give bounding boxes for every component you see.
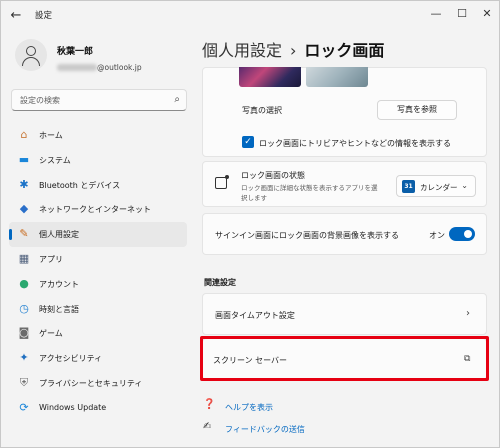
calendar-icon: 31 bbox=[402, 180, 415, 193]
profile-email-row: @outlook.jp bbox=[57, 57, 142, 72]
apps-icon: ▦ bbox=[18, 251, 30, 265]
accessibility-icon: ✦ bbox=[19, 351, 29, 365]
sidebar-item-label: Windows Update bbox=[39, 402, 107, 412]
breadcrumb-current: ロック画面 bbox=[304, 41, 385, 60]
recent-photo-thumbnail[interactable] bbox=[306, 67, 368, 87]
breadcrumb-parent[interactable]: 個人用設定 bbox=[202, 41, 282, 60]
sidebar-item-label: ホーム bbox=[39, 131, 63, 140]
account-icon: ● bbox=[19, 276, 29, 290]
minimize-button[interactable]: — bbox=[425, 4, 447, 24]
profile-name: 秋葉一郎 bbox=[57, 47, 94, 57]
sidebar-item-label: 個人用設定 bbox=[39, 230, 79, 240]
sidebar-item[interactable]: ● アカウント bbox=[9, 272, 187, 297]
feedback-link[interactable]: フィードバックの送信 bbox=[225, 424, 305, 435]
photo-choice-label: 写真の選択 bbox=[242, 106, 282, 115]
title-bar: ← 設定 — ☐ ✕ bbox=[1, 1, 499, 31]
sidebar-item-label: アカウント bbox=[39, 279, 79, 289]
chevron-down-icon: ⌄ bbox=[461, 181, 468, 190]
system-icon: ▬ bbox=[18, 152, 30, 166]
avatar[interactable] bbox=[15, 39, 47, 71]
signin-background-toggle[interactable] bbox=[449, 227, 475, 241]
related-settings-heading: 関連設定 bbox=[204, 278, 236, 287]
email-redaction bbox=[57, 64, 97, 71]
sidebar-item-label: Bluetooth とデバイス bbox=[39, 180, 121, 190]
back-arrow-icon[interactable]: ← bbox=[7, 8, 25, 24]
sidebar-item[interactable]: ✦ アクセシビリティ bbox=[9, 346, 187, 371]
gaming-icon: ◙ bbox=[18, 326, 30, 340]
sidebar-item-label: プライバシーとセキュリティ bbox=[39, 378, 143, 388]
browse-photos-button[interactable]: 写真を参照 bbox=[377, 100, 457, 120]
home-icon: ⌂ bbox=[20, 128, 28, 141]
sidebar-item[interactable]: ⌂ ホーム bbox=[9, 123, 187, 148]
sidebar-item[interactable]: ⛨ プライバシーとセキュリティ bbox=[9, 371, 187, 396]
app-title: 設定 bbox=[35, 11, 53, 21]
breadcrumb-separator: › bbox=[290, 41, 297, 60]
profile-email: @outlook.jp bbox=[97, 63, 142, 72]
sidebar-item[interactable]: ⟳ Windows Update bbox=[9, 396, 187, 421]
settings-window: ← 設定 — ☐ ✕ 秋葉一郎 @outlook.jp 設定の検索 ⌕ ⌂ ホーム… bbox=[0, 0, 500, 448]
sidebar-item-label: ネットワークとインターネット bbox=[39, 205, 151, 215]
sidebar-item[interactable]: ◙ ゲーム bbox=[9, 321, 187, 346]
feedback-icon: ✍ bbox=[203, 421, 212, 432]
sidebar-item-label: アプリ bbox=[39, 254, 63, 264]
highlight-box bbox=[200, 336, 489, 381]
status-description-cont: 択します bbox=[241, 194, 267, 202]
windows-update-icon: ⟳ bbox=[19, 400, 29, 414]
status-title: ロック画面の状態 bbox=[241, 171, 305, 180]
signin-background-label: サインイン画面にロック画面の背景画像を表示する bbox=[215, 231, 399, 240]
page-title: 個人用設定 › ロック画面 bbox=[202, 37, 384, 61]
status-app-dropdown[interactable]: 31 カレンダー ⌄ bbox=[396, 175, 476, 197]
sidebar-nav: ⌂ ホーム ▬ システム ✱ Bluetooth とデバイス ◆ ネットワークとインターネット… bbox=[9, 123, 187, 421]
maximize-button[interactable]: ☐ bbox=[451, 4, 473, 24]
toggle-state-label: オン bbox=[429, 231, 445, 240]
sidebar-item[interactable]: ▦ アプリ bbox=[9, 247, 187, 272]
sidebar-item[interactable]: ✱ Bluetooth とデバイス bbox=[9, 173, 187, 198]
recent-photo-thumbnail[interactable] bbox=[239, 67, 301, 87]
search-icon[interactable]: ⌕ bbox=[174, 94, 180, 105]
bluetooth-icon: ✱ bbox=[19, 177, 29, 191]
sidebar-item-label: ゲーム bbox=[39, 329, 63, 339]
user-icon bbox=[26, 46, 36, 56]
status-description: ロック画面に詳細な状態を表示するアプリを選 bbox=[241, 184, 378, 192]
personalization-icon: ✎ bbox=[19, 227, 29, 241]
trivia-checkbox-label: ロック画面にトリビアやヒントなどの情報を表示する bbox=[259, 139, 451, 148]
sidebar-item[interactable]: ✎ 個人用設定 bbox=[9, 222, 187, 247]
lock-screen-status-icon bbox=[215, 175, 229, 189]
sidebar-item-label: システム bbox=[39, 155, 71, 165]
network-icon: ◆ bbox=[19, 202, 29, 216]
chevron-right-icon: › bbox=[466, 308, 470, 319]
close-button[interactable]: ✕ bbox=[476, 4, 498, 24]
help-link[interactable]: ヘルプを表示 bbox=[225, 402, 273, 413]
sidebar-item[interactable]: ▬ システム bbox=[9, 148, 187, 173]
trivia-checkbox[interactable]: ✓ bbox=[242, 136, 254, 148]
sidebar-item-label: アクセシビリティ bbox=[39, 354, 103, 364]
privacy-shield-icon: ⛨ bbox=[19, 375, 29, 389]
time-language-icon: ◷ bbox=[19, 301, 29, 315]
search-placeholder: 設定の検索 bbox=[20, 96, 60, 105]
sidebar-item[interactable]: ◷ 時刻と言語 bbox=[9, 297, 187, 322]
sidebar-item[interactable]: ◆ ネットワークとインターネット bbox=[9, 197, 187, 222]
dropdown-value: カレンダー bbox=[420, 183, 458, 192]
screen-timeout-label: 画面タイムアウト設定 bbox=[215, 311, 295, 320]
sidebar-item-label: 時刻と言語 bbox=[39, 304, 79, 314]
search-input[interactable]: 設定の検索 ⌕ bbox=[11, 89, 187, 111]
help-icon: ❓ bbox=[203, 399, 216, 410]
